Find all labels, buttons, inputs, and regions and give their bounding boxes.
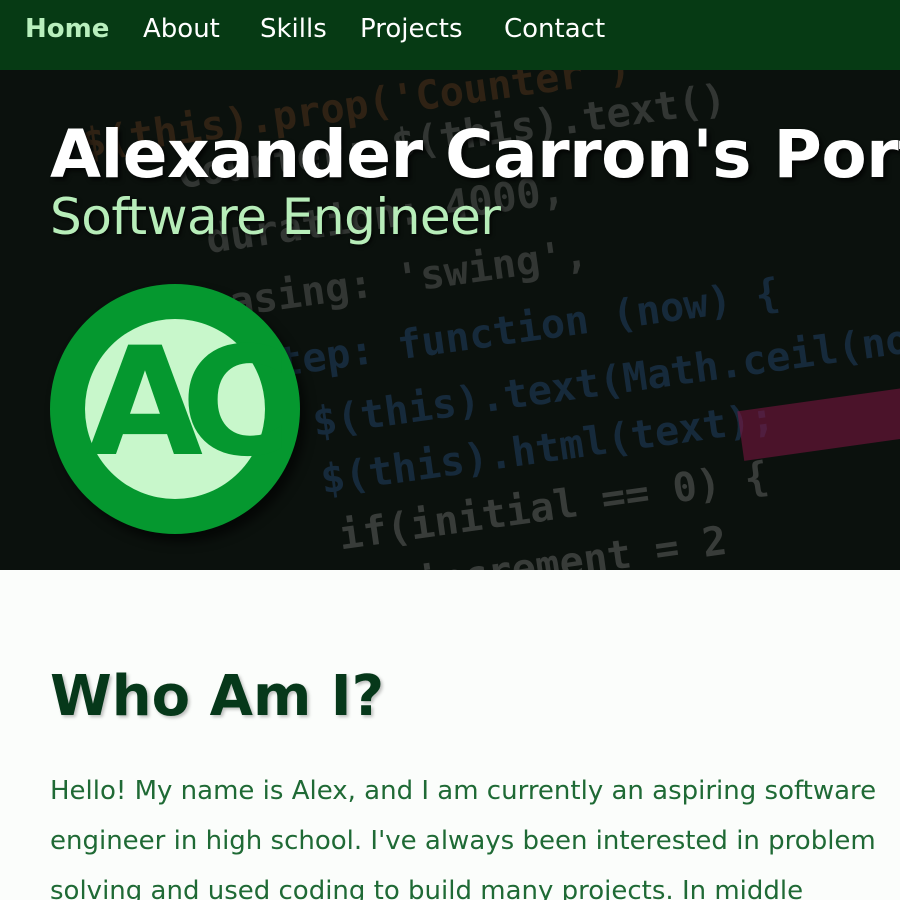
nav-link-home[interactable]: Home — [25, 14, 109, 44]
about-text: Hello! My name is Alex, and I am current… — [50, 766, 900, 900]
nav-link-about[interactable]: About — [143, 14, 220, 44]
nav-link-contact[interactable]: Contact — [504, 14, 605, 44]
about-text-line: solving and used coding to build many pr… — [50, 876, 804, 900]
ac-logo-icon: AC — [85, 316, 300, 499]
about-heading: Who Am I? — [50, 664, 385, 729]
nav-link-skills[interactable]: Skills — [260, 14, 327, 44]
ac-logo: AC — [50, 284, 300, 534]
page-title: Alexander Carron's Portfolio — [50, 116, 900, 193]
hero-banner: $(this).prop('Counter') Counter: $(this)… — [0, 70, 900, 570]
page-subtitle: Software Engineer — [50, 188, 501, 246]
about-text-line: engineer in high school. I've always bee… — [50, 826, 876, 856]
nav-link-projects[interactable]: Projects — [360, 14, 463, 44]
logo-text: AC — [87, 316, 282, 490]
top-nav: Home About Skills Projects Contact — [0, 0, 900, 70]
about-text-line: Hello! My name is Alex, and I am current… — [50, 776, 877, 806]
